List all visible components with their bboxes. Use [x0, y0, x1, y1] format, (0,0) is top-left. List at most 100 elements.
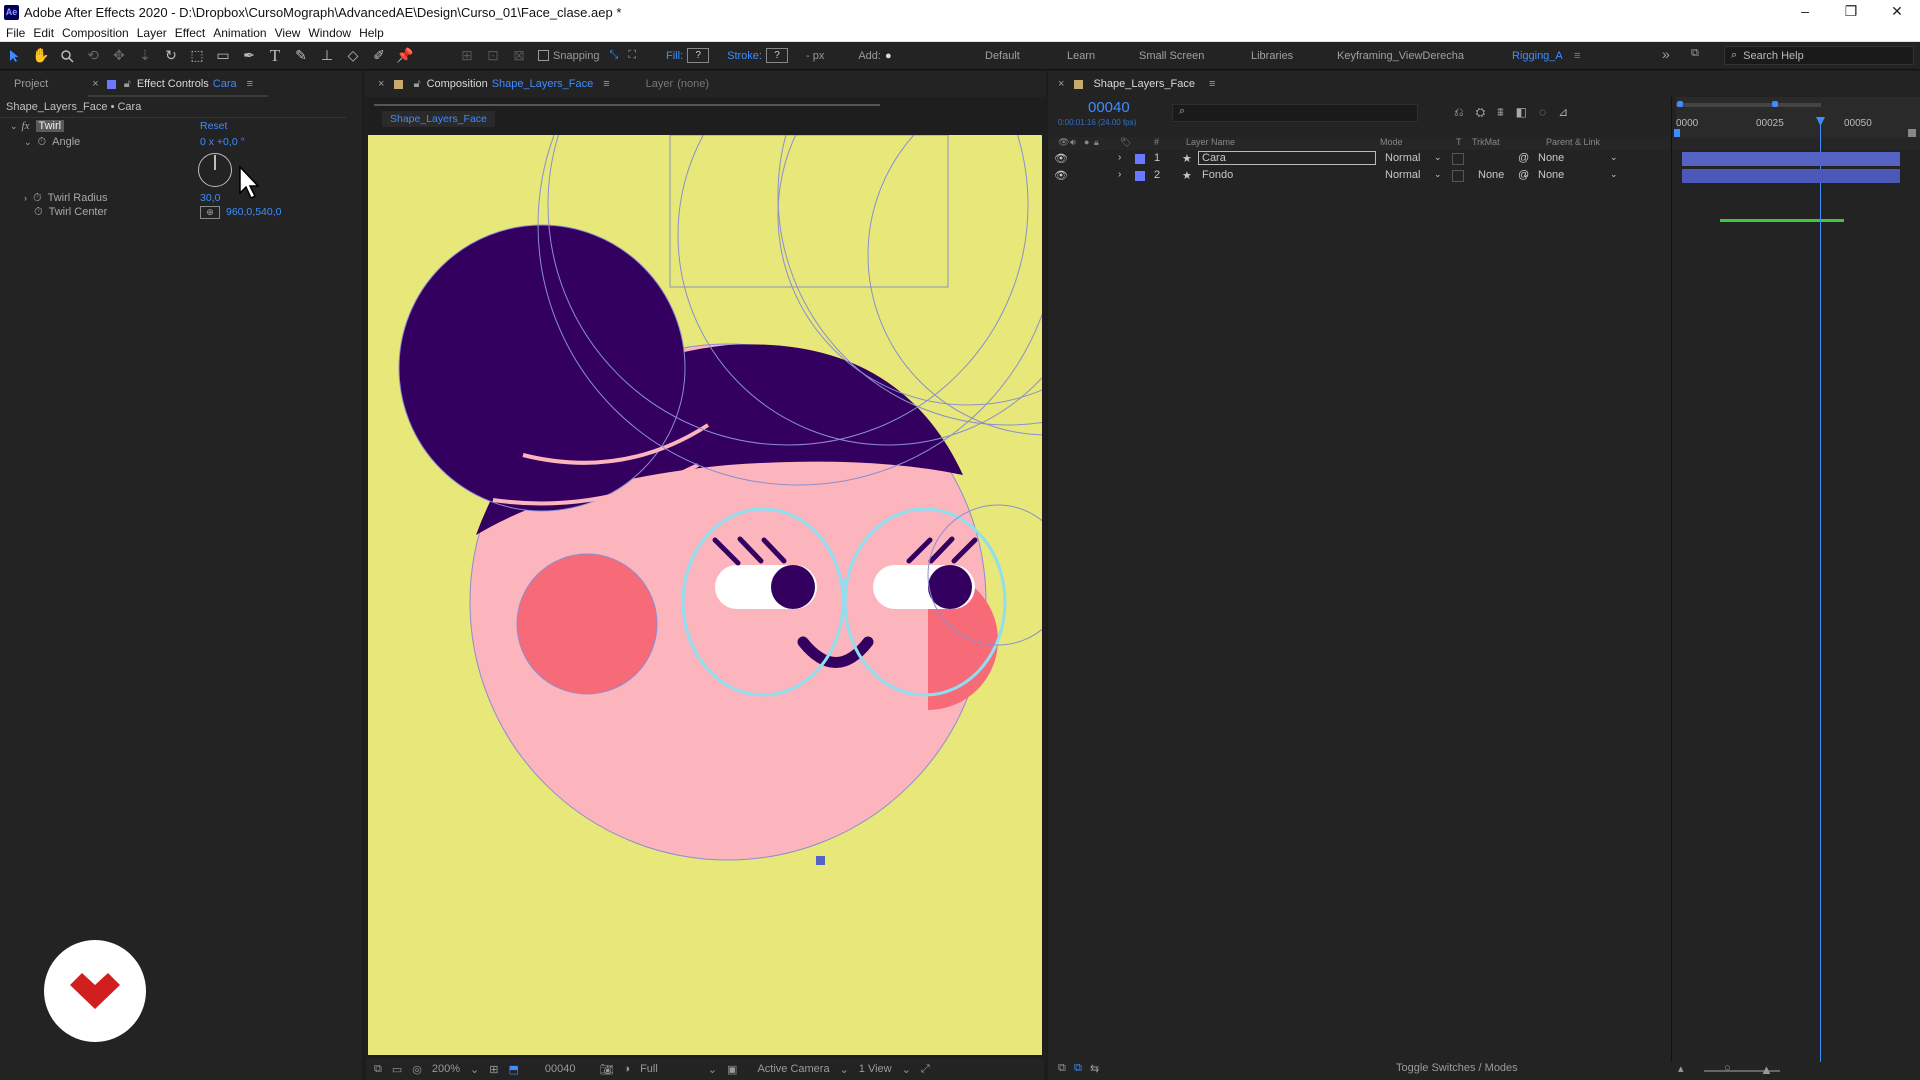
camera-dropdown[interactable]: Active Camera	[757, 1063, 829, 1075]
type-tool-icon[interactable]: T	[264, 45, 286, 67]
zoom-slider-thumb[interactable]: ○	[1724, 1062, 1731, 1074]
view-axis-icon[interactable]: ⊠	[508, 45, 530, 67]
close-tab-icon[interactable]: ×	[378, 78, 384, 90]
menu-view[interactable]: View	[275, 26, 301, 40]
workspace-libraries[interactable]: Libraries	[1251, 50, 1293, 62]
frame-blending-icon[interactable]: ⩩	[1497, 105, 1503, 120]
stopwatch-icon[interactable]: ⏱︎	[33, 192, 42, 205]
stopwatch-icon[interactable]: ⏱︎	[34, 206, 43, 219]
parent-dropdown[interactable]: None	[1538, 152, 1564, 164]
label-color-icon[interactable]	[1135, 171, 1145, 181]
layer-search-input[interactable]: ⌕	[1172, 104, 1418, 122]
chevron-down-icon[interactable]: ⌄	[840, 1063, 849, 1076]
angle-dial[interactable]	[198, 153, 232, 187]
angle-value[interactable]: 0 x +0,0 °	[200, 136, 245, 148]
tab-composition[interactable]: Composition	[427, 78, 488, 90]
tab-timeline[interactable]: Shape_Layers_Face	[1093, 78, 1195, 90]
stroke-swatch[interactable]: ?	[765, 48, 788, 63]
layer-switches-icon[interactable]: ⧉	[1058, 1062, 1066, 1075]
menu-file[interactable]: File	[6, 26, 25, 40]
selection-tool-icon[interactable]	[4, 45, 26, 67]
world-axis-icon[interactable]: ⊡	[482, 45, 504, 67]
layer-name-header[interactable]: Layer Name	[1186, 137, 1235, 147]
timecode-display[interactable]: 00040	[545, 1063, 576, 1075]
menu-animation[interactable]: Animation	[213, 26, 266, 40]
puppet-pin-tool-icon[interactable]: 📌	[394, 45, 416, 67]
panel-menu-icon[interactable]: ≡	[1209, 78, 1215, 90]
collapse-angle-icon[interactable]: ⌄	[24, 137, 32, 148]
fill-swatch[interactable]: ?	[687, 48, 710, 63]
zoom-out-icon[interactable]: ▴	[1678, 1062, 1684, 1075]
trkmat-dropdown[interactable]: None	[1478, 169, 1504, 181]
roto-brush-tool-icon[interactable]: ✐	[368, 45, 390, 67]
composition-viewer[interactable]	[368, 135, 1042, 1055]
layer-duration-bar[interactable]	[1682, 152, 1900, 166]
stroke-width-value[interactable]: - px	[806, 50, 824, 62]
toggle-switches-modes[interactable]: Toggle Switches / Modes	[1396, 1062, 1518, 1074]
snap-features-icon[interactable]: ⛶	[628, 49, 636, 62]
close-button[interactable]: ✕	[1874, 0, 1920, 24]
workspace-keyframing-viewderecha[interactable]: Keyframing_ViewDerecha	[1337, 50, 1464, 62]
comp-mini-flowchart-icon[interactable]: ⊿	[1558, 105, 1568, 120]
tab-effect-controls[interactable]: Effect Controls	[137, 78, 209, 90]
region-of-interest-icon[interactable]: ⧉	[374, 1063, 382, 1076]
layer-name[interactable]: Cara	[1198, 151, 1376, 165]
chevron-down-icon[interactable]: ⌄	[902, 1063, 911, 1076]
brush-tool-icon[interactable]: ✎	[290, 45, 312, 67]
in-out-icon[interactable]: ⇆	[1090, 1062, 1099, 1075]
eye-icon[interactable]: 👁︎	[1054, 169, 1068, 182]
add-button[interactable]: ●	[885, 50, 892, 62]
zoom-tool-icon[interactable]	[56, 45, 78, 67]
pan-camera-tool-icon[interactable]: ✥	[108, 45, 130, 67]
menu-edit[interactable]: Edit	[33, 26, 54, 40]
mode-dropdown[interactable]: Normal	[1385, 169, 1420, 181]
preserve-transparency-checkbox[interactable]	[1452, 153, 1464, 165]
twirl-radius-value[interactable]: 30,0	[200, 192, 220, 204]
twirl-center-value[interactable]: 960,0,540,0	[226, 206, 281, 218]
parent-dropdown[interactable]: None	[1538, 169, 1564, 181]
playhead[interactable]	[1820, 123, 1821, 1080]
fill-label[interactable]: Fill:	[666, 50, 683, 62]
monitor-icon[interactable]: ▭	[392, 1063, 402, 1076]
rectangle-tool-icon[interactable]: ▭	[212, 45, 234, 67]
workspace-learn[interactable]: Learn	[1067, 50, 1095, 62]
chevron-down-icon[interactable]: ⌄	[1434, 169, 1442, 180]
snapping-checkbox[interactable]	[538, 50, 549, 61]
eye-icon[interactable]: 👁︎	[1054, 152, 1068, 165]
pickwhip-icon[interactable]: @	[1518, 169, 1529, 181]
transparency-grid-icon[interactable]: ⬒	[508, 1063, 518, 1076]
mode-dropdown[interactable]: Normal	[1385, 152, 1420, 164]
effect-name[interactable]: Twirl	[35, 120, 65, 132]
workspace-rigging-a[interactable]: Rigging_A	[1512, 50, 1563, 62]
workspace-menu-icon[interactable]: ≡	[1574, 50, 1580, 62]
snapshot-icon[interactable]: 📷︎	[599, 1063, 613, 1076]
lock-icon[interactable]: 🔓︎	[413, 78, 420, 91]
lock-icon[interactable]: 🔓︎	[124, 78, 131, 91]
sync-settings-icon[interactable]: ⧉	[1691, 47, 1699, 60]
stroke-label[interactable]: Stroke:	[727, 50, 762, 62]
draft-3d-icon[interactable]: ⎌	[1454, 105, 1464, 120]
comp-flowchart-icon[interactable]: ⤢	[921, 1063, 930, 1076]
zoom-in-icon[interactable]: ▲	[1760, 1062, 1773, 1077]
chevron-down-icon[interactable]: ⌄	[1610, 169, 1618, 180]
menu-effect[interactable]: Effect	[175, 26, 205, 40]
graph-editor-icon[interactable]: ◌	[1539, 105, 1546, 120]
pickwhip-icon[interactable]: @	[1518, 152, 1529, 164]
clone-stamp-tool-icon[interactable]: ⊥	[316, 45, 338, 67]
restore-button[interactable]: ❐	[1828, 0, 1874, 24]
panel-menu-icon[interactable]: ≡	[247, 78, 253, 90]
search-help-input[interactable]: ⌕ Search Help	[1724, 46, 1914, 65]
expand-radius-icon[interactable]: ›	[24, 193, 27, 203]
pan-behind-tool-icon[interactable]: ⬚	[186, 45, 208, 67]
workspace-default[interactable]: Default	[985, 50, 1020, 62]
zoom-dropdown[interactable]: 200%	[432, 1063, 460, 1075]
orbit-camera-tool-icon[interactable]: ⟲	[82, 45, 104, 67]
workspace-small-screen[interactable]: Small Screen	[1139, 50, 1204, 62]
current-time-display[interactable]: 00040	[1088, 99, 1130, 116]
shy-layers-icon[interactable]: ⛭	[1476, 105, 1486, 120]
snap-edges-icon[interactable]: ⤡	[610, 49, 619, 62]
chevron-down-icon[interactable]: ⌄	[1434, 152, 1442, 163]
menu-layer[interactable]: Layer	[137, 26, 167, 40]
pen-tool-icon[interactable]: ✒	[238, 45, 260, 67]
grid-icon[interactable]: ⊞	[489, 1063, 498, 1076]
